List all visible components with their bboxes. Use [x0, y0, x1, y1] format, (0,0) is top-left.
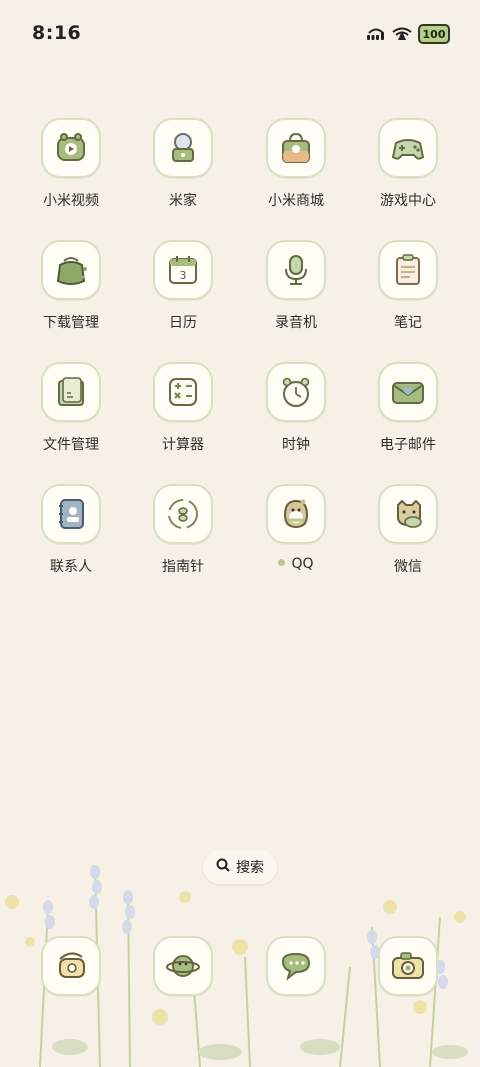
app-wechat[interactable]: 微信 — [358, 484, 458, 576]
app-label: 游戏中心 — [380, 193, 436, 209]
app-mijia[interactable]: 米家 — [133, 118, 233, 210]
app-download-manager[interactable]: 下载管理 — [21, 240, 121, 332]
search-icon — [216, 858, 230, 876]
app-calendar[interactable]: 3 日历 — [133, 240, 233, 332]
app-notes[interactable]: 笔记 — [358, 240, 458, 332]
app-email[interactable]: 电子邮件 — [358, 362, 458, 454]
microphone-icon — [266, 240, 326, 300]
status-time: 8:16 — [32, 22, 82, 44]
battery-icon: 100 — [418, 24, 450, 44]
app-label: 录音机 — [275, 315, 317, 331]
app-label: 日历 — [169, 315, 197, 331]
download-bag-icon — [41, 240, 101, 300]
new-notification-dot — [278, 558, 286, 566]
app-label: 指南针 — [162, 559, 204, 575]
wechat-icon — [378, 484, 438, 544]
app-label: 电子邮件 — [380, 437, 436, 453]
store-bag-icon — [266, 118, 326, 178]
app-calculator[interactable]: 计算器 — [133, 362, 233, 454]
camera-icon — [378, 936, 438, 996]
app-xiaomi-video[interactable]: 小米视频 — [21, 118, 121, 210]
calendar-icon: 3 — [153, 240, 213, 300]
app-recorder[interactable]: 录音机 — [246, 240, 346, 332]
dock-browser[interactable] — [133, 936, 233, 996]
mijia-icon — [153, 118, 213, 178]
folder-icon — [41, 362, 101, 422]
status-icons: 100 — [366, 24, 450, 44]
app-label: 计算器 — [162, 437, 204, 453]
dock-camera[interactable] — [358, 936, 458, 996]
messages-bubble-icon — [266, 936, 326, 996]
browser-planet-icon — [153, 936, 213, 996]
app-label: 米家 — [169, 193, 197, 209]
video-icon — [41, 118, 101, 178]
app-contacts[interactable]: 联系人 — [21, 484, 121, 576]
app-label: QQ — [246, 556, 346, 572]
wifi-icon — [392, 27, 412, 41]
app-label: 联系人 — [50, 559, 92, 575]
app-label: 小米商城 — [268, 193, 324, 209]
app-qq[interactable]: QQ — [246, 484, 346, 572]
gamepad-icon — [378, 118, 438, 178]
phone-icon — [41, 936, 101, 996]
dock-messages[interactable] — [246, 936, 346, 996]
app-label: 小米视频 — [43, 193, 99, 209]
notepad-icon — [378, 240, 438, 300]
search-button[interactable]: 搜索 — [203, 850, 277, 884]
app-file-manager[interactable]: 文件管理 — [21, 362, 121, 454]
calculator-icon — [153, 362, 213, 422]
status-bar: 8:16 100 — [0, 0, 480, 70]
app-clock[interactable]: 时钟 — [246, 362, 346, 454]
app-xiaomi-store[interactable]: 小米商城 — [246, 118, 346, 210]
qq-penguin-icon — [266, 484, 326, 544]
search-label: 搜索 — [236, 860, 264, 876]
app-compass[interactable]: 指南针 — [133, 484, 233, 576]
dock — [0, 936, 480, 996]
app-label-text: QQ — [291, 556, 314, 572]
calendar-date: 3 — [180, 269, 187, 282]
app-label: 下载管理 — [43, 315, 99, 331]
app-label: 时钟 — [282, 437, 310, 453]
app-label: 文件管理 — [43, 437, 99, 453]
app-game-center[interactable]: 游戏中心 — [358, 118, 458, 210]
signal-icon — [366, 27, 386, 41]
clock-icon — [266, 362, 326, 422]
compass-icon — [153, 484, 213, 544]
contacts-book-icon — [41, 484, 101, 544]
app-label: 微信 — [394, 559, 422, 575]
dock-phone[interactable] — [21, 936, 121, 996]
mail-envelope-icon — [378, 362, 438, 422]
app-label: 笔记 — [394, 315, 422, 331]
